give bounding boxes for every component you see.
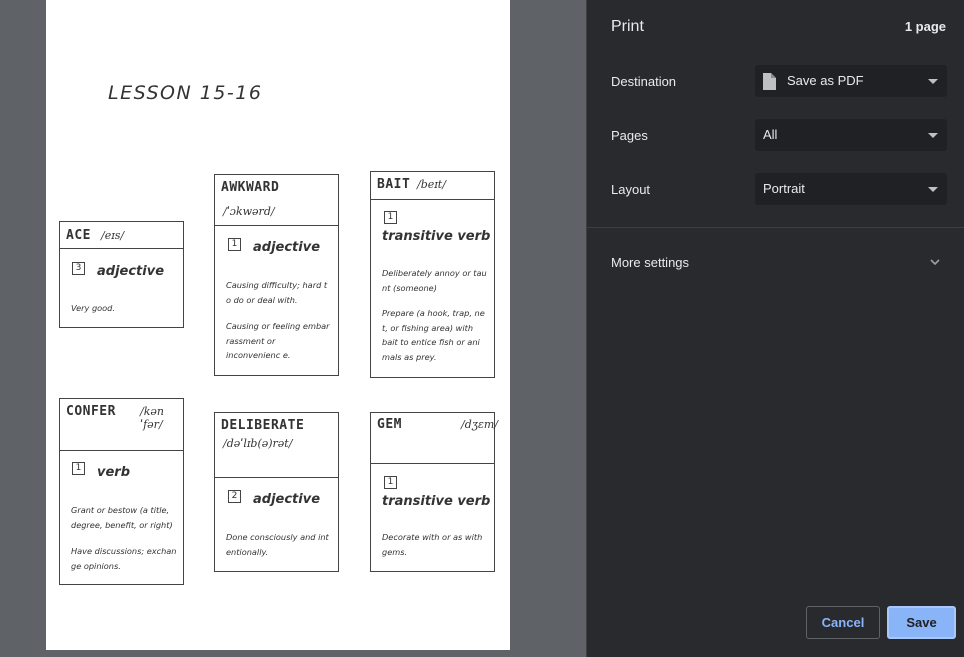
pages-select[interactable]: All: [755, 119, 947, 151]
page-count: 1 page: [904, 19, 946, 34]
more-settings-label: More settings: [611, 255, 690, 270]
save-button[interactable]: Save: [887, 606, 956, 639]
more-settings-toggle[interactable]: More settings: [587, 244, 964, 280]
preview-page: LESSON 15-16 ACE /eɪs/ 3 adjective Very …: [46, 0, 510, 650]
card-ipa: /ˈɔkwərd/: [223, 205, 275, 218]
card-ipa: /dəˈlɪb(ə)rət/: [223, 437, 293, 450]
vocab-card-gem: GEM /dʒɛm/ 1 transitive verb Decorate wi…: [370, 412, 498, 572]
card-ipa: /eɪs/: [101, 229, 125, 242]
cancel-button[interactable]: Cancel: [806, 606, 880, 639]
layout-select[interactable]: Portrait: [755, 173, 947, 205]
card-ipa: /kənˈfər/: [140, 405, 164, 431]
pages-label: Pages: [611, 128, 648, 143]
preview-bottom-edge: [0, 652, 586, 657]
definition: Very good.: [71, 303, 115, 313]
pages-value: All: [763, 127, 778, 142]
print-settings-panel: Print 1 page Destination Save as PDF Pag…: [586, 0, 964, 657]
sense-number: 1: [384, 476, 397, 489]
definition: Have discussions; exchan ge opinions.: [71, 546, 177, 571]
part-of-speech: adjective: [97, 264, 165, 279]
definition: Grant or bestow (a title, degree, benefi…: [71, 505, 173, 530]
part-of-speech: transitive verb: [382, 229, 491, 244]
vocab-card-awkward: AWKWARD /ˈɔkwərd/ 1 adjective Causing di…: [214, 174, 339, 376]
definition: Deliberately annoy or tau nt (someone): [382, 268, 487, 293]
part-of-speech: verb: [97, 465, 131, 480]
sense-number: 1: [384, 211, 397, 224]
part-of-speech: adjective: [253, 492, 321, 507]
definition: Prepare (a hook, trap, ne t, or fishing …: [382, 308, 485, 362]
definition: Decorate with or as with gems.: [382, 532, 483, 557]
card-word: ACE: [66, 228, 91, 243]
definition: Causing or feeling embar rassment or inc…: [226, 321, 330, 360]
definition: Done consciously and int entionally.: [226, 532, 329, 557]
file-icon: [763, 73, 776, 90]
definition: Causing difficulty; hard t o do or deal …: [226, 280, 328, 305]
chevron-down-icon: [930, 259, 940, 266]
chevron-down-icon: [928, 133, 938, 138]
card-word: GEM: [377, 417, 402, 432]
sense-number: 2: [228, 490, 241, 503]
layout-label: Layout: [611, 182, 651, 197]
destination-select[interactable]: Save as PDF: [755, 65, 947, 97]
vocab-card-confer: CONFER /kənˈfər/ 1 verb Grant or bestow …: [59, 398, 184, 585]
print-preview-area: LESSON 15-16 ACE /eɪs/ 3 adjective Very …: [0, 0, 586, 657]
card-word: AWKWARD: [221, 180, 280, 195]
divider: [587, 227, 964, 228]
sense-number: 1: [228, 238, 241, 251]
vocab-card-ace: ACE /eɪs/ 3 adjective Very good.: [59, 221, 184, 328]
vocab-card-deliberate: DELIBERATE /dəˈlɪb(ə)rət/ 2 adjective Do…: [214, 412, 339, 572]
lesson-title: LESSON 15-16: [108, 82, 263, 104]
card-word: CONFER: [66, 404, 116, 419]
layout-value: Portrait: [763, 181, 805, 196]
destination-label: Destination: [611, 74, 677, 89]
card-ipa: /beɪt/: [417, 178, 446, 191]
part-of-speech: transitive verb: [382, 494, 491, 509]
destination-value: Save as PDF: [787, 73, 864, 88]
card-word: BAIT: [377, 177, 411, 192]
part-of-speech: adjective: [253, 240, 321, 255]
panel-title: Print: [611, 18, 644, 35]
card-ipa: /dʒɛm/: [461, 418, 498, 431]
sense-number: 3: [72, 262, 85, 275]
chevron-down-icon: [928, 187, 938, 192]
sense-number: 1: [72, 462, 85, 475]
card-word: DELIBERATE: [221, 418, 305, 433]
chevron-down-icon: [928, 79, 938, 84]
vocab-card-bait: BAIT /beɪt/ 1 transitive verb Deliberate…: [370, 171, 495, 378]
